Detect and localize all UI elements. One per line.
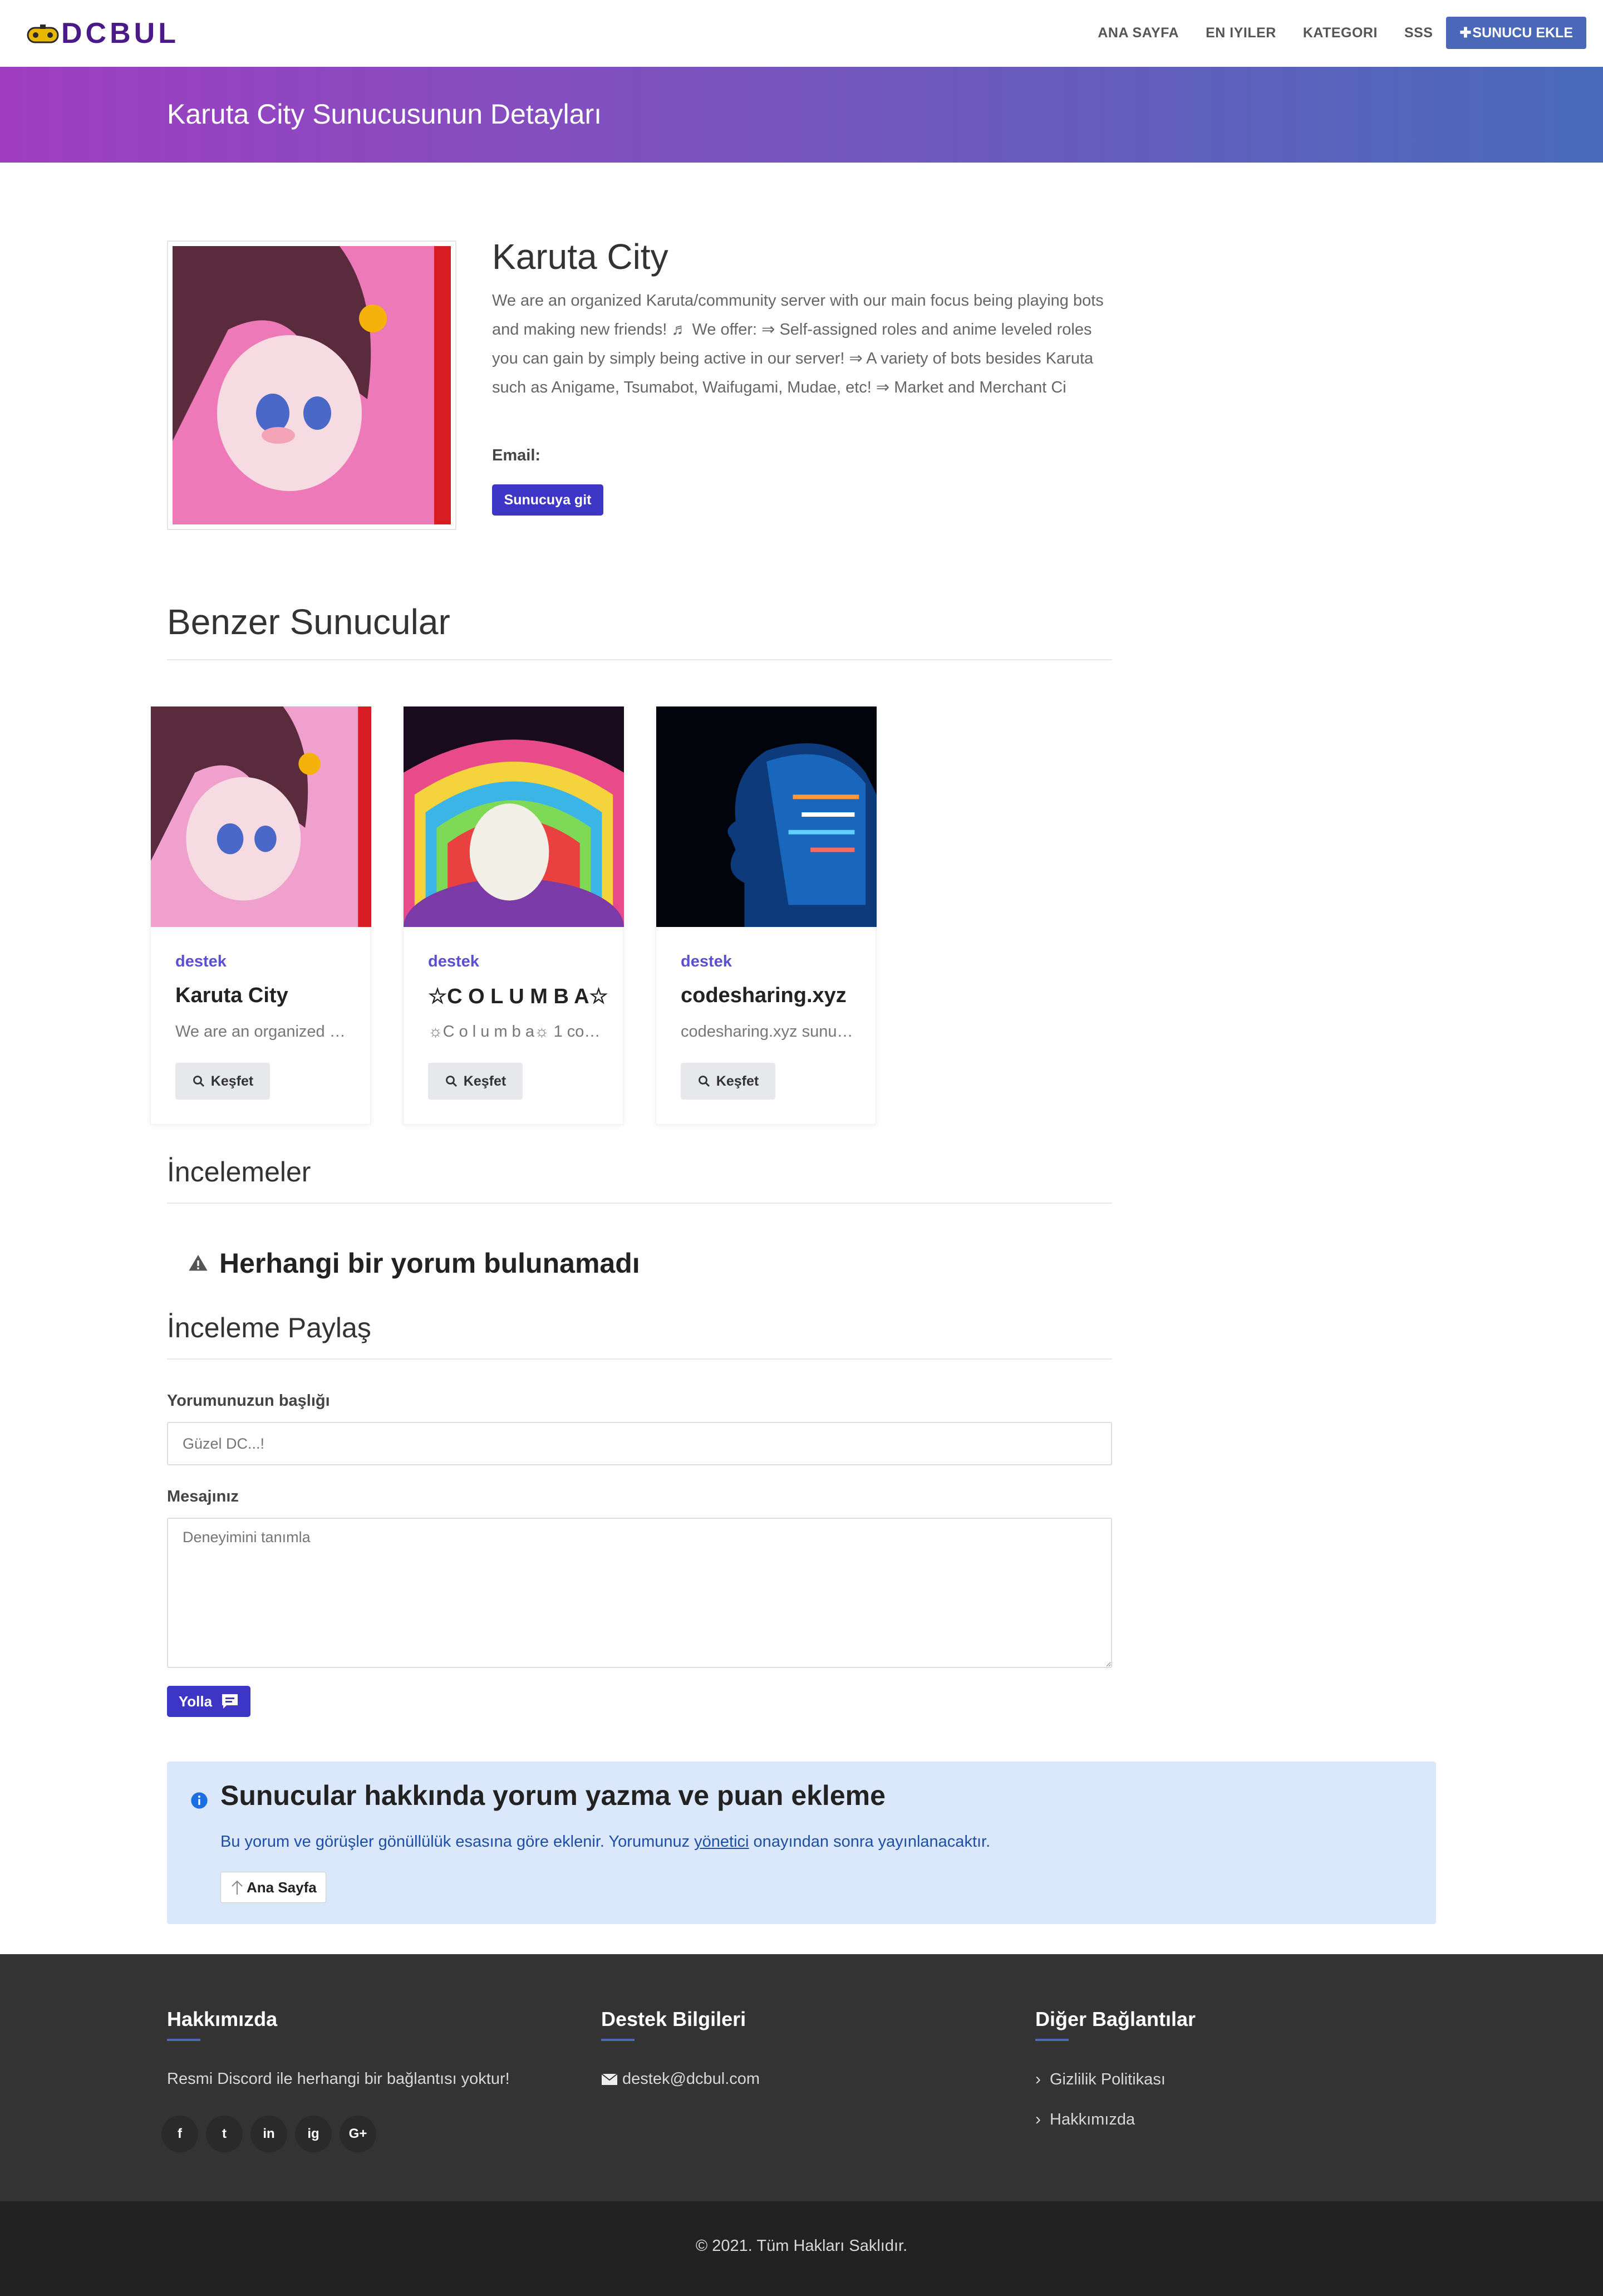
privacy-policy-link[interactable]: › Gizlilik Politikası (1035, 2070, 1196, 2089)
google-plus-icon[interactable]: G+ (340, 2116, 376, 2152)
card-title: Karuta City (175, 984, 288, 1007)
nav-best[interactable]: EN IYILER (1206, 25, 1276, 41)
server-avatar-image (173, 246, 451, 524)
info-icon (191, 1792, 208, 1809)
add-server-label: SUNUCU EKLE (1472, 24, 1573, 41)
card-description: codesharing.xyz sunucusu (681, 1023, 853, 1041)
comment-icon (222, 1694, 238, 1709)
search-icon (193, 1076, 204, 1087)
card-title: codesharing.xyz (681, 984, 847, 1007)
admin-link[interactable]: yönetici (694, 1833, 749, 1851)
no-reviews-text: Herhangi bir yorum bulunamadı (219, 1248, 640, 1279)
send-button[interactable]: Yolla (167, 1686, 250, 1717)
footer-about-title: Hakkımızda (167, 2008, 278, 2030)
server-image-frame (167, 241, 456, 530)
message-textarea[interactable] (167, 1518, 1112, 1668)
explore-label: Keşfet (463, 1073, 507, 1089)
card-title: ☆C O L U M B A☆ (428, 985, 608, 1008)
instagram-icon[interactable]: ig (295, 2116, 332, 2152)
footer-links-title: Diğer Bağlantılar (1035, 2008, 1196, 2030)
nav-category[interactable]: KATEGORI (1303, 25, 1378, 41)
copyright-bar: © 2021. Tüm Hakları Saklıdır. (0, 2201, 1603, 2296)
chevron-right-icon: › (1035, 2110, 1041, 2128)
card-description: We are an organized Karuta/community ser… (175, 1023, 348, 1041)
support-email-text: destek@dcbul.com (622, 2070, 760, 2088)
info-title: Sunucular hakkında yorum yazma ve puan e… (220, 1780, 886, 1811)
info-text-before: Bu yorum ve görüşler gönüllülük esasına … (220, 1833, 695, 1851)
review-title-input[interactable] (167, 1422, 1112, 1465)
explore-label: Keşfet (716, 1073, 759, 1089)
nav-faq[interactable]: SSS (1404, 25, 1433, 41)
plus-icon: ✚ (1459, 25, 1472, 41)
footer-support: Destek Bilgileri destek@dcbul.com (601, 2008, 760, 2088)
nav-links: ANA SAYFA EN IYILER KATEGORI SSS ✚ SUNUC… (1098, 17, 1586, 49)
footer-links: Diğer Bağlantılar › Gizlilik Politikası … (1035, 2008, 1196, 2150)
chevron-right-icon: › (1035, 2070, 1041, 2088)
card-category[interactable]: destek (428, 953, 479, 971)
divider (167, 659, 1112, 660)
send-label: Yolla (178, 1692, 213, 1710)
warning-icon (189, 1255, 208, 1271)
reviews-title: İncelemeler (167, 1156, 311, 1188)
explore-button[interactable]: Keşfet (175, 1063, 270, 1100)
divider (167, 1358, 1112, 1360)
facebook-icon[interactable]: f (161, 2116, 198, 2152)
footer-about: Hakkımızda Resmi Discord ile herhangi bi… (167, 2008, 510, 2088)
explore-button[interactable]: Keşfet (681, 1063, 775, 1100)
logo[interactable]: DCBUL (27, 16, 179, 51)
explore-button[interactable]: Keşfet (428, 1063, 523, 1100)
server-card: destek codesharing.xyz codesharing.xyz s… (656, 706, 877, 1125)
privacy-policy-label: Gizlilik Politikası (1050, 2070, 1166, 2088)
server-name: Karuta City (492, 237, 668, 277)
copyright-text: © 2021. Tüm Hakları Saklıdır. (695, 2237, 908, 2255)
home-button-label: Ana Sayfa (247, 1878, 317, 1896)
search-icon (698, 1076, 710, 1087)
home-button[interactable]: Ana Sayfa (220, 1872, 326, 1903)
info-text-after: onayından sonra yayınlanacaktır. (749, 1833, 991, 1851)
arrow-up-icon (232, 1880, 243, 1895)
footer-about-text: Resmi Discord ile herhangi bir bağlantıs… (167, 2070, 510, 2088)
navbar: DCBUL ANA SAYFA EN IYILER KATEGORI SSS ✚… (0, 0, 1603, 67)
no-reviews-message: Herhangi bir yorum bulunamadı (187, 1247, 640, 1279)
twitter-icon[interactable]: t (206, 2116, 243, 2152)
similar-servers-title: Benzer Sunucular (167, 602, 450, 642)
server-card: destek ☆C O L U M B A☆ ☼C o l u m b a☼ 1… (403, 706, 624, 1125)
card-category[interactable]: destek (681, 953, 732, 971)
logo-text: DCBUL (61, 17, 179, 50)
footer-underline (167, 2039, 200, 2041)
footer-underline (601, 2039, 635, 2041)
explore-label: Keşfet (210, 1073, 254, 1089)
envelope-icon (601, 2073, 618, 2085)
linkedin-icon[interactable]: in (250, 2116, 287, 2152)
social-links: f t in ig G+ (161, 2116, 384, 2152)
message-label: Mesajınız (167, 1488, 239, 1505)
search-icon (445, 1076, 457, 1087)
support-email[interactable]: destek@dcbul.com (601, 2070, 760, 2088)
about-label: Hakkımızda (1050, 2110, 1135, 2128)
info-alert: Sunucular hakkında yorum yazma ve puan e… (167, 1762, 1436, 1924)
server-card: destek Karuta City We are an organized K… (150, 706, 371, 1125)
share-review-title: İnceleme Paylaş (167, 1312, 371, 1343)
footer: Hakkımızda Resmi Discord ile herhangi bi… (0, 1954, 1603, 2201)
hero-banner: Karuta City Sunucusunun Detayları (0, 67, 1603, 163)
divider (167, 1203, 1112, 1204)
add-server-button[interactable]: ✚ SUNUCU EKLE (1446, 17, 1586, 49)
page-title: Karuta City Sunucusunun Detayları (167, 99, 602, 130)
email-label: Email: (492, 447, 541, 464)
footer-underline (1035, 2039, 1069, 2041)
go-to-server-button[interactable]: Sunucuya git (492, 484, 603, 516)
card-description: ☼C o l u m b a☼ 1 community (428, 1023, 601, 1041)
card-category[interactable]: destek (175, 953, 227, 971)
card-image (404, 707, 624, 927)
card-image (656, 707, 877, 927)
server-description: We are an organized Karuta/community ser… (492, 292, 1104, 396)
review-title-label: Yorumunuzun başlığı (167, 1392, 330, 1410)
gamepad-logo-icon (27, 24, 59, 43)
card-image (151, 707, 371, 927)
footer-support-title: Destek Bilgileri (601, 2008, 746, 2030)
nav-home[interactable]: ANA SAYFA (1098, 25, 1179, 41)
about-link[interactable]: › Hakkımızda (1035, 2110, 1196, 2129)
info-text: Bu yorum ve görüşler gönüllülük esasına … (220, 1833, 990, 1851)
